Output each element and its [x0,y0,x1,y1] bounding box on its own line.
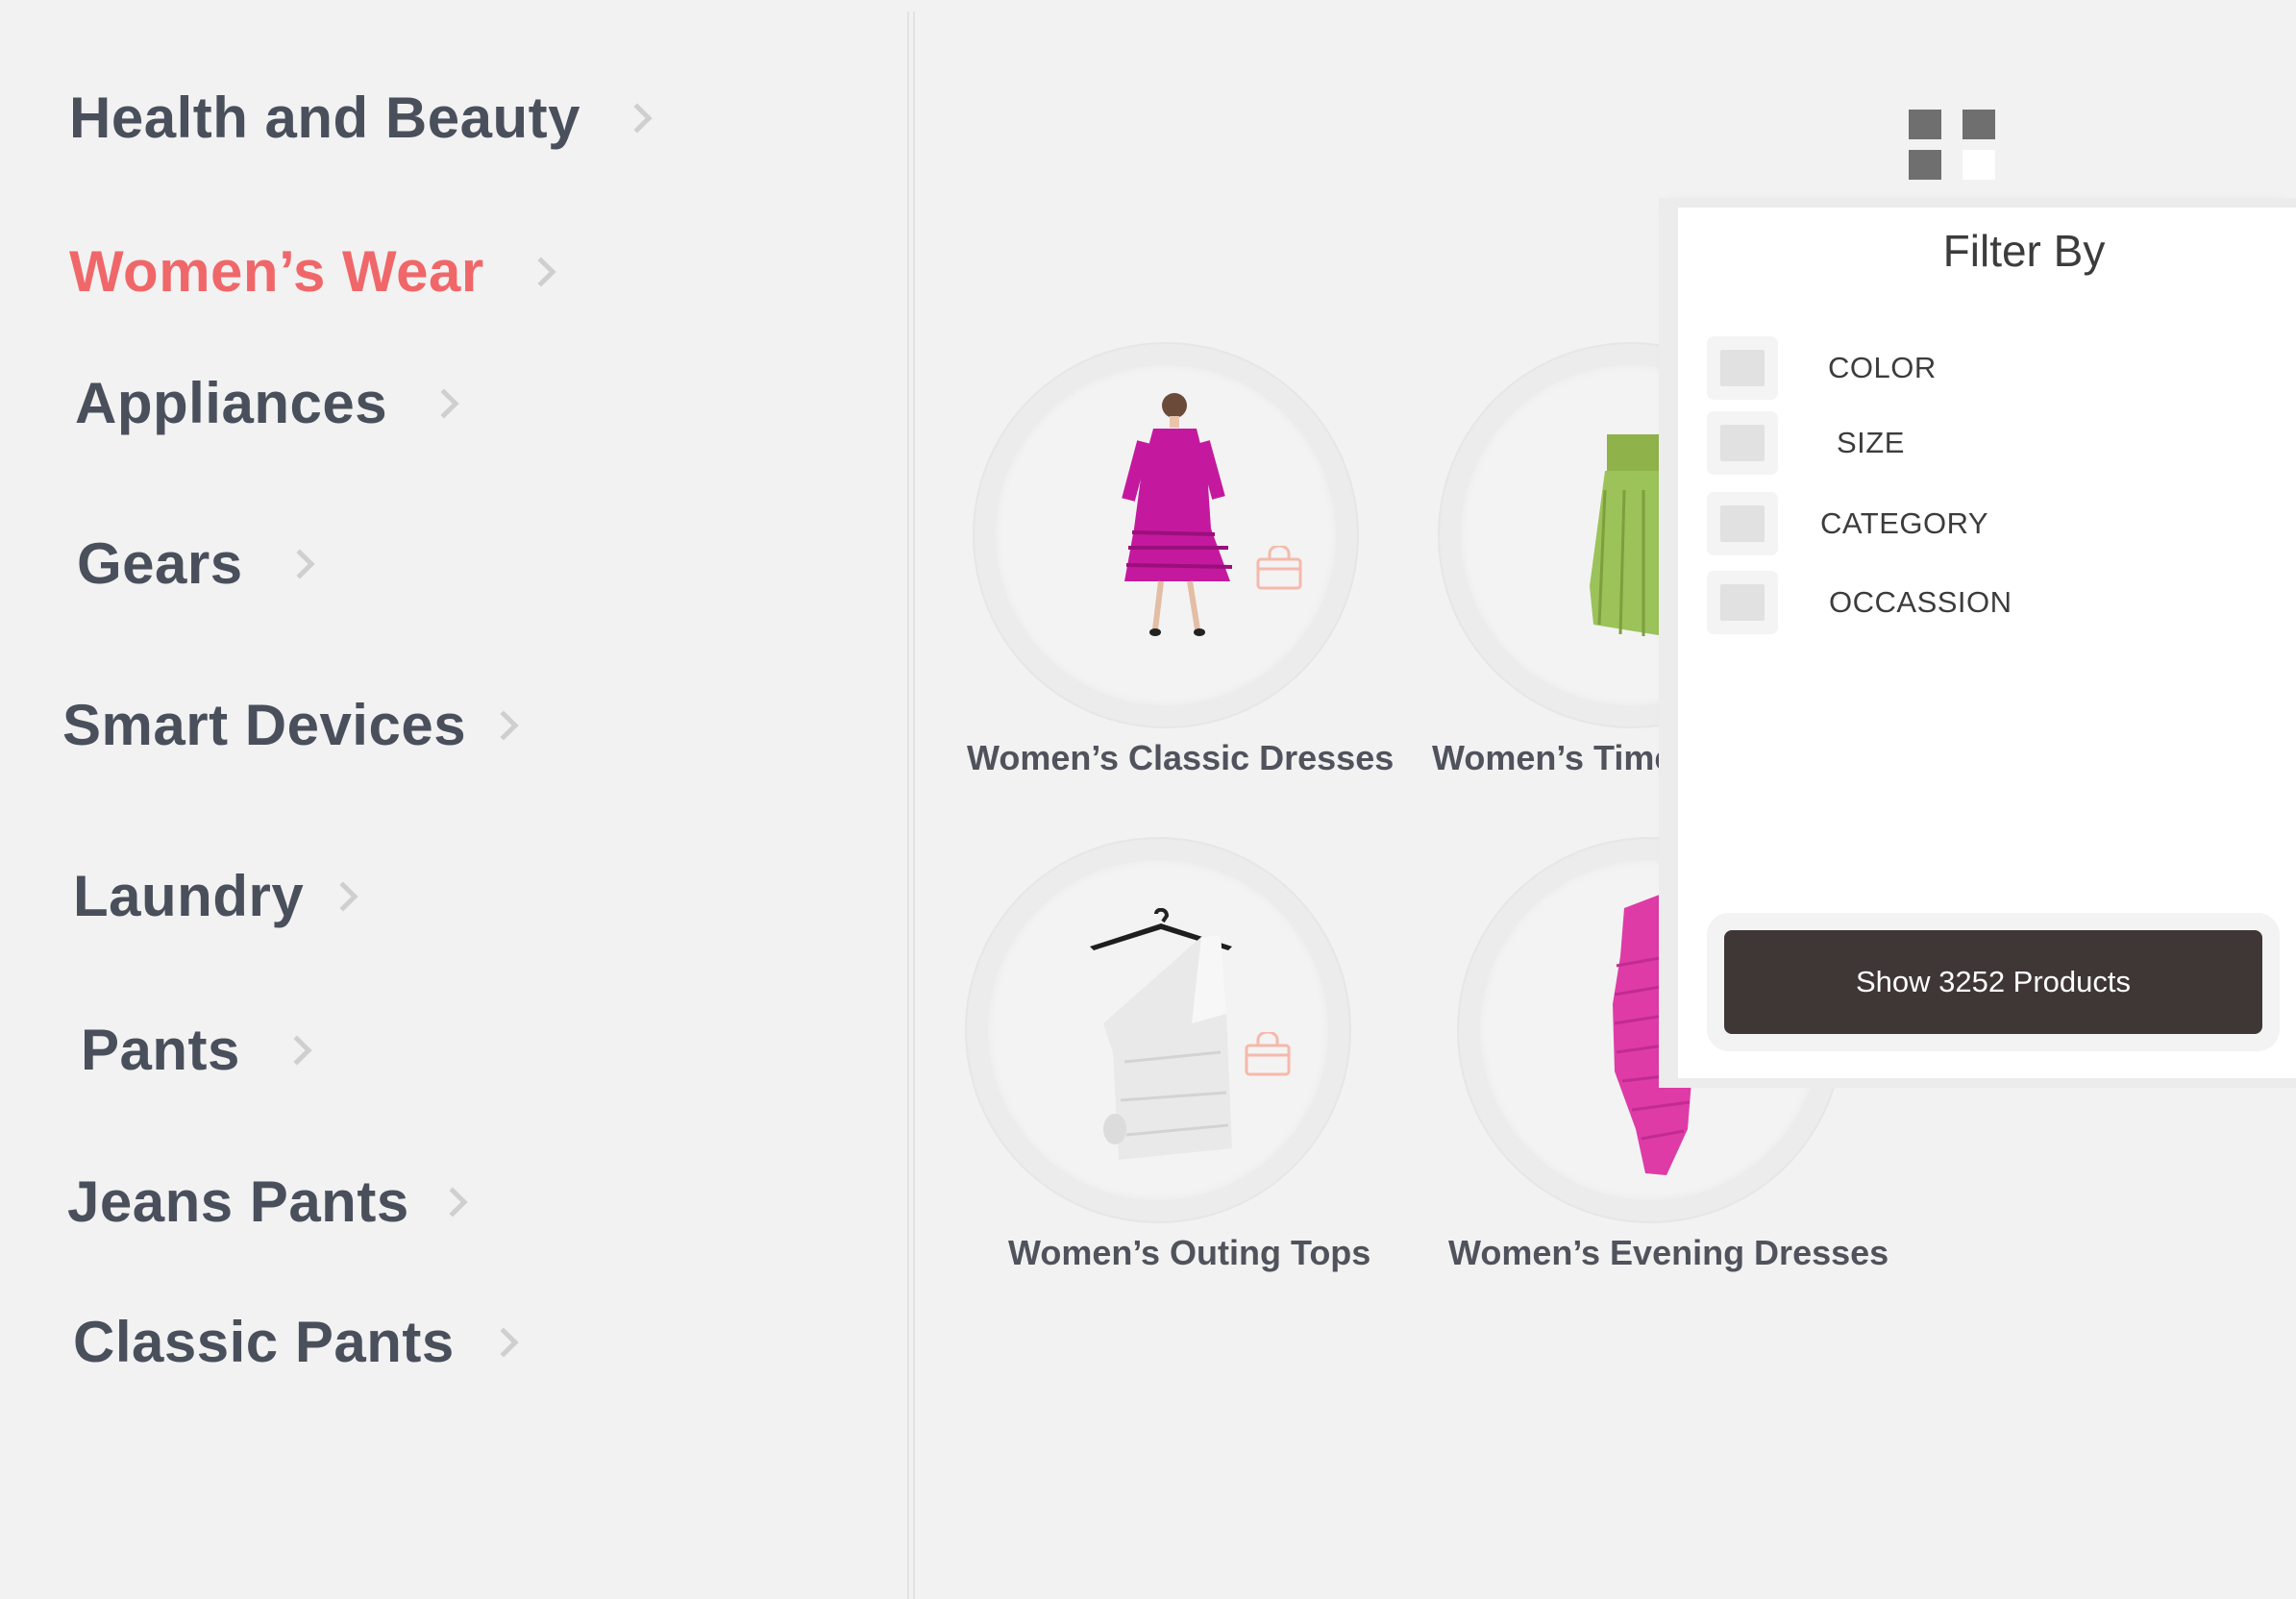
sidebar-item-label: Health and Beauty [69,86,580,150]
product-title: Women’s Classic Dresses [967,738,1395,777]
filter-option-label: COLOR [1828,351,1937,384]
chevron-right-icon [622,102,653,134]
sidebar-item-label: Jeans Pants [67,1169,409,1234]
product-title: Women’s Timele [1432,738,1703,777]
sidebar-item-label: Women’s Wear [69,239,484,304]
checkbox[interactable] [1720,505,1765,542]
chevron-right-icon [429,387,459,419]
chevron-right-icon [488,1326,519,1358]
sidebar-item-appliances[interactable]: Appliances [75,370,459,436]
filter-option-label: OCCASSION [1829,585,2012,619]
sidebar-item-pants[interactable]: Pants [81,1017,312,1083]
product-image-magenta-dress [1122,393,1233,636]
filter-option-occasion[interactable]: OCCASSION [1720,584,2012,621]
sidebar-item-label: Pants [81,1018,240,1082]
filter-option-label: CATEGORY [1820,506,1989,540]
sidebar-item-label: Classic Pants [73,1310,455,1374]
filter-panel: Filter By COLOR SIZE CATEGORY OCCASSION … [1678,208,2296,1078]
grid-square [1963,150,1995,180]
sidebar-item-smart-devices[interactable]: Smart Devices [62,692,519,758]
sidebar-item-classic-pants[interactable]: Classic Pants [73,1309,519,1375]
chevron-right-icon [328,880,358,912]
sidebar-item-label: Appliances [75,371,388,435]
checkbox[interactable] [1720,584,1765,621]
sidebar-item-womens-wear[interactable]: Women’s Wear [69,238,556,305]
sidebar-divider [907,12,915,1599]
checkbox[interactable] [1720,425,1765,461]
shopping-bag-icon[interactable] [1255,546,1303,590]
product-title: Women’s Outing Tops [1008,1233,1371,1272]
shopping-bag-icon[interactable] [1244,1032,1292,1076]
chevron-right-icon [526,256,556,287]
category-sidebar: Health and Beauty Women’s Wear Appliance… [0,0,903,1599]
product-image-white-top [1090,908,1232,1160]
filter-option-size[interactable]: SIZE [1720,425,1905,461]
sidebar-item-health-and-beauty[interactable]: Health and Beauty [69,85,653,151]
sidebar-item-label: Laundry [73,864,305,928]
product-image-green-skirt [1590,434,1682,639]
filter-option-category[interactable]: CATEGORY [1720,505,1988,542]
grid-square [1909,110,1941,139]
grid-view-icon[interactable] [1909,110,1997,183]
checkbox[interactable] [1720,350,1765,386]
chevron-right-icon [488,709,519,741]
grid-square [1909,150,1941,180]
grid-square [1963,110,1995,139]
chevron-right-icon [282,1034,312,1066]
sidebar-item-label: Gears [77,531,243,596]
sidebar-item-jeans-pants[interactable]: Jeans Pants [67,1168,468,1235]
filter-option-label: SIZE [1837,426,1905,459]
chevron-right-icon [437,1186,468,1218]
sidebar-item-label: Smart Devices [62,693,467,757]
filter-option-color[interactable]: COLOR [1720,350,1937,386]
show-products-button[interactable]: Show 3252 Products [1724,930,2262,1034]
sidebar-item-laundry[interactable]: Laundry [73,863,358,929]
chevron-right-icon [284,548,315,579]
product-title: Women’s Evening Dresses [1448,1233,1889,1272]
filter-title: Filter By [1942,226,2106,276]
sidebar-item-gears[interactable]: Gears [77,530,315,597]
